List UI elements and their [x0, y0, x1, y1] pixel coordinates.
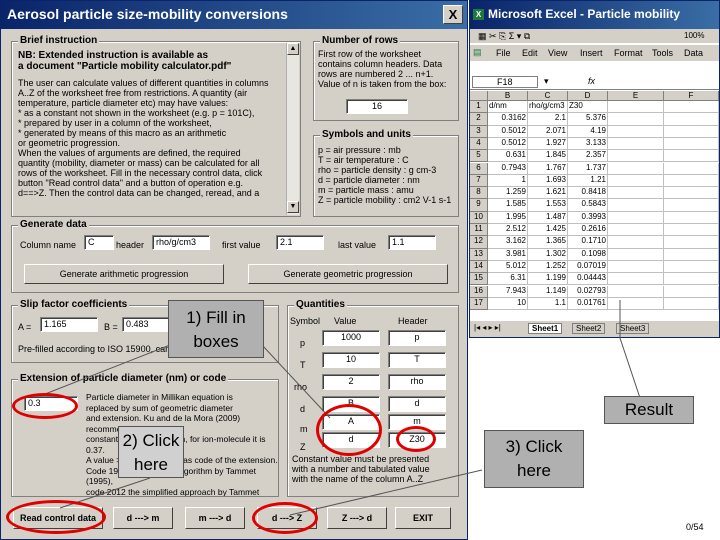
highlight-z-header [396, 426, 436, 452]
callout3-pointer [289, 469, 483, 516]
callout-step-2: 2) Click here [118, 426, 184, 478]
callout-result: Result [604, 396, 694, 424]
callout1-pointer-b [261, 344, 331, 419]
callout-step-3: 3) Click here [484, 430, 584, 488]
highlight-extension-input [12, 393, 78, 419]
callout-step-1: 1) Fill in boxes [168, 300, 264, 358]
highlight-read-button [6, 500, 106, 534]
result-pointer [619, 300, 641, 399]
highlight-d-to-z-button [252, 502, 318, 534]
highlight-quantity-values [316, 404, 382, 456]
page-counter: 0/54 [686, 522, 704, 532]
callout1-pointer-a [39, 344, 171, 397]
annotation-lines [39, 300, 641, 516]
